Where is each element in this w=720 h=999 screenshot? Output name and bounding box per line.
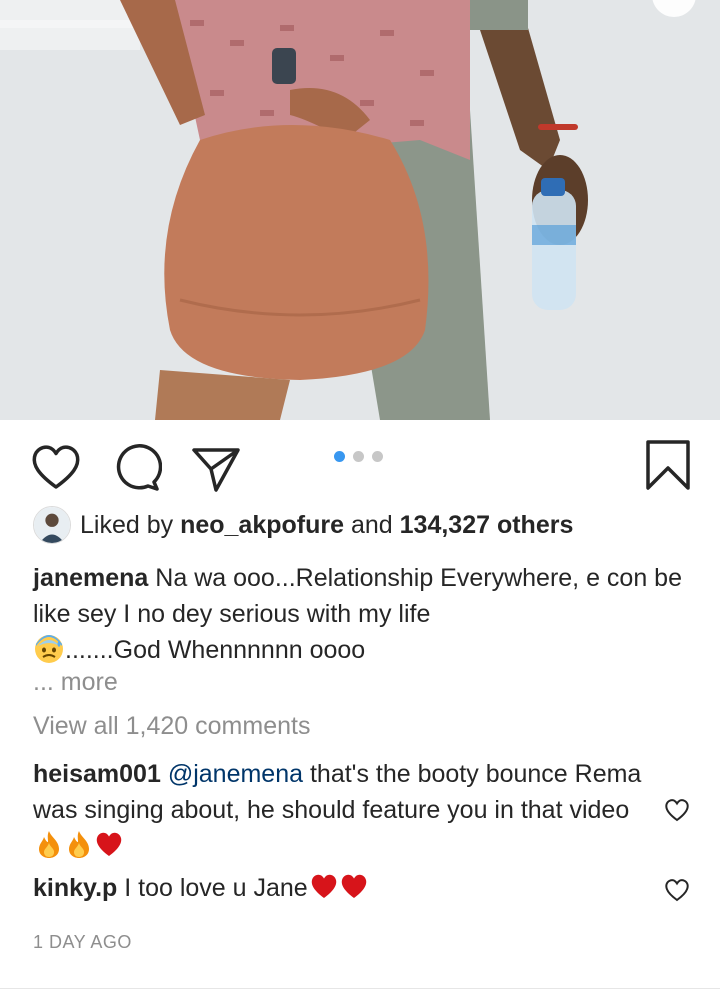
comment-mention[interactable]: @janemena <box>168 760 303 788</box>
liker-username[interactable]: neo_akpofure <box>180 511 344 540</box>
fire-emoji-icon <box>65 829 93 859</box>
divider <box>0 988 720 989</box>
red-heart-emoji-icon <box>95 829 123 859</box>
comment-username[interactable]: heisam001 <box>33 760 161 788</box>
likes-joiner: and <box>350 510 393 539</box>
post-image[interactable] <box>0 0 720 420</box>
heart-outline-icon[interactable] <box>30 442 82 494</box>
comment-like-heart-icon[interactable] <box>664 877 690 903</box>
carousel-dot-active <box>334 451 345 462</box>
caption-more-link[interactable]: ... more <box>33 668 118 697</box>
caption-username[interactable]: janemena <box>33 564 148 592</box>
carousel-indicator <box>334 451 383 462</box>
carousel-dot <box>372 451 383 462</box>
likes-count[interactable]: 134,327 others <box>400 511 574 540</box>
view-all-comments-link[interactable]: View all 1,420 comments <box>33 712 310 741</box>
comment-bubble-icon[interactable] <box>110 442 162 494</box>
comment-username[interactable]: kinky.p <box>33 874 117 902</box>
post-caption: janemena Na wa ooo...Relationship Everyw… <box>33 560 693 668</box>
bookmark-icon[interactable] <box>640 438 696 494</box>
likes-summary[interactable]: Liked by neo_akpofure and 134,327 others <box>33 505 573 545</box>
likes-prefix: Liked by <box>80 510 174 539</box>
comment-like-heart-icon[interactable] <box>664 797 690 823</box>
liker-avatar[interactable] <box>33 506 71 544</box>
comment-text: I too love u Jane <box>124 874 308 902</box>
comment-item: kinky.p I too love u Jane <box>33 870 653 906</box>
caption-text-2: .......God Whennnnnn oooo <box>65 636 366 664</box>
fire-emoji-icon <box>35 829 63 859</box>
comment-item: heisam001 @janemena that's the booty bou… <box>33 756 653 864</box>
post-timestamp: 1 DAY AGO <box>33 932 132 952</box>
red-heart-emoji-icon <box>310 871 338 901</box>
carousel-dot <box>353 451 364 462</box>
paper-plane-icon[interactable] <box>190 442 242 494</box>
downcast-sweat-emoji-icon <box>33 632 65 664</box>
red-heart-emoji-icon <box>340 871 368 901</box>
